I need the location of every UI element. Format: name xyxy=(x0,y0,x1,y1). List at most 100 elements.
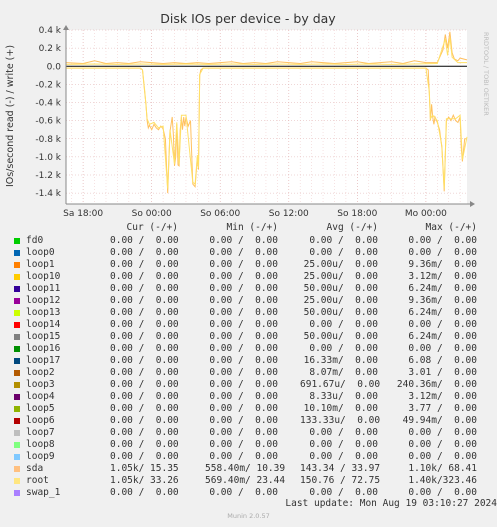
legend-swatch xyxy=(14,310,20,316)
legend-avg-value: 8.33u/ 0.00 xyxy=(309,391,378,402)
legend-swatch xyxy=(14,298,20,304)
legend-max-value: 6.24m/ 0.00 xyxy=(408,331,477,342)
legend-cur-value: 0.00 / 0.00 xyxy=(110,235,179,246)
legend-series-name: root xyxy=(26,475,49,486)
legend-series-name: loop3 xyxy=(26,379,55,390)
legend-cur-value: 0.00 / 0.00 xyxy=(110,295,179,306)
legend-max-value: 0.00 / 0.00 xyxy=(408,439,477,450)
legend-series-name: loop7 xyxy=(26,427,55,438)
legend-cur-value: 0.00 / 0.00 xyxy=(110,391,179,402)
y-tick-label: 0.0 xyxy=(47,62,62,72)
legend-min-value: 0.00 / 0.00 xyxy=(209,307,278,318)
y-tick-label: -1.0 k xyxy=(35,153,61,163)
legend-avg-value: 50.00u/ 0.00 xyxy=(303,283,378,294)
legend-avg-value: 25.00u/ 0.00 xyxy=(303,259,378,270)
legend-series-name: loop16 xyxy=(26,343,61,354)
legend-swatch xyxy=(14,382,20,388)
legend-min-value: 0.00 / 0.00 xyxy=(209,367,278,378)
legend-swatch xyxy=(14,250,20,256)
legend-swatch xyxy=(14,274,20,280)
legend-min-value: 0.00 / 0.00 xyxy=(209,295,278,306)
legend-series-name: loop0 xyxy=(26,247,55,258)
legend-swatch xyxy=(14,286,20,292)
legend-header-min: Min (-/+) xyxy=(226,222,278,233)
rrdtool-watermark: RRDTOOL / TOBI OETIKER xyxy=(482,32,490,116)
legend-series-name: fd0 xyxy=(26,235,44,246)
legend-min-value: 0.00 / 0.00 xyxy=(209,271,278,282)
y-axis-arrow xyxy=(63,25,69,30)
legend-max-value: 3.77 / 0.00 xyxy=(408,403,477,414)
legend-avg-value: 0.00 / 0.00 xyxy=(309,343,378,354)
legend-min-value: 0.00 / 0.00 xyxy=(209,331,278,342)
legend-avg-value: 25.00u/ 0.00 xyxy=(303,271,378,282)
legend-series-name: loop10 xyxy=(26,271,61,282)
legend-min-value: 0.00 / 0.00 xyxy=(209,235,278,246)
legend-min-value: 0.00 / 0.00 xyxy=(209,259,278,270)
legend-series-name: loop1 xyxy=(26,259,55,270)
legend-max-value: 0.00 / 0.00 xyxy=(408,451,477,462)
legend-cur-value: 1.05k/ 33.26 xyxy=(110,475,179,486)
y-tick-label: 0.2 k xyxy=(39,44,62,54)
legend-min-value: 0.00 / 0.00 xyxy=(209,403,278,414)
legend-max-value: 9.36m/ 0.00 xyxy=(408,295,477,306)
legend-cur-value: 0.00 / 0.00 xyxy=(110,451,179,462)
legend-min-value: 0.00 / 0.00 xyxy=(209,439,278,450)
legend-min-value: 569.40m/ 23.44 xyxy=(205,475,286,486)
legend-cur-value: 0.00 / 0.00 xyxy=(110,283,179,294)
legend-cur-value: 0.00 / 0.00 xyxy=(110,403,179,414)
y-tick-label: 0.4 k xyxy=(39,26,62,36)
legend-max-value: 0.00 / 0.00 xyxy=(408,487,477,498)
legend-avg-value: 8.07m/ 0.00 xyxy=(309,367,378,378)
legend-cur-value: 0.00 / 0.00 xyxy=(110,415,179,426)
legend-series-name: loop14 xyxy=(26,319,61,330)
legend-cur-value: 0.00 / 0.00 xyxy=(110,439,179,450)
legend-swatch xyxy=(14,418,20,424)
legend-series-name: sda xyxy=(26,463,44,474)
legend-header-max: Max (-/+) xyxy=(425,222,477,233)
y-tick-label: -1.4 k xyxy=(35,189,61,199)
legend-swatch xyxy=(14,466,20,472)
plot-background xyxy=(66,30,467,204)
legend-series-name: loop13 xyxy=(26,307,61,318)
legend-max-value: 6.24m/ 0.00 xyxy=(408,283,477,294)
legend-max-value: 0.00 / 0.00 xyxy=(408,343,477,354)
legend-series-name: loop17 xyxy=(26,355,61,366)
legend-swatch xyxy=(14,358,20,364)
legend-series-name: loop5 xyxy=(26,403,55,414)
legend-series-name: loop9 xyxy=(26,451,55,462)
x-tick-label: Sa 18:00 xyxy=(63,209,103,219)
legend-min-value: 0.00 / 0.00 xyxy=(209,487,278,498)
x-tick-label: So 12:00 xyxy=(269,209,309,219)
legend-swatch xyxy=(14,490,20,496)
legend-avg-value: 10.10m/ 0.00 xyxy=(303,403,378,414)
legend-max-value: 1.10k/ 68.41 xyxy=(408,463,477,474)
legend-min-value: 0.00 / 0.00 xyxy=(209,247,278,258)
legend-max-value: 1.40k/323.46 xyxy=(408,475,477,486)
y-tick-label: -0.4 k xyxy=(35,99,61,109)
legend-max-value: 0.00 / 0.00 xyxy=(408,247,477,258)
legend-header-avg: Avg (-/+) xyxy=(326,222,378,233)
legend-series-name: swap_1 xyxy=(26,487,61,498)
legend-swatch xyxy=(14,322,20,328)
chart-title: Disk IOs per device - by day xyxy=(160,11,336,26)
munin-version: Munin 2.0.57 xyxy=(227,512,270,520)
legend-max-value: 0.00 / 0.00 xyxy=(408,427,477,438)
legend-max-value: 6.24m/ 0.00 xyxy=(408,307,477,318)
legend-swatch xyxy=(14,442,20,448)
legend-avg-value: 0.00 / 0.00 xyxy=(309,319,378,330)
legend-max-value: 0.00 / 0.00 xyxy=(408,235,477,246)
x-tick-label: So 06:00 xyxy=(200,209,240,219)
legend-avg-value: 0.00 / 0.00 xyxy=(309,247,378,258)
legend-cur-value: 0.00 / 0.00 xyxy=(110,355,179,366)
legend-cur-value: 0.00 / 0.00 xyxy=(110,427,179,438)
x-tick-label: So 18:00 xyxy=(337,209,377,219)
y-axis-ticks: 0.4 k 0.2 k 0.0 -0.2 k -0.4 k -0.6 k -0.8 k -1.… xyxy=(35,26,61,199)
legend-avg-value: 150.76 / 72.75 xyxy=(300,475,381,486)
legend-swatch xyxy=(14,394,20,400)
legend-swatch xyxy=(14,430,20,436)
legend-series-name: loop6 xyxy=(26,415,55,426)
legend-min-value: 0.00 / 0.00 xyxy=(209,427,278,438)
legend-swatch xyxy=(14,370,20,376)
y-axis-label: IOs/second read (-) / write (+) xyxy=(5,45,16,187)
chart-area: Disk IOs per device - by day IOs/second … xyxy=(5,11,490,219)
